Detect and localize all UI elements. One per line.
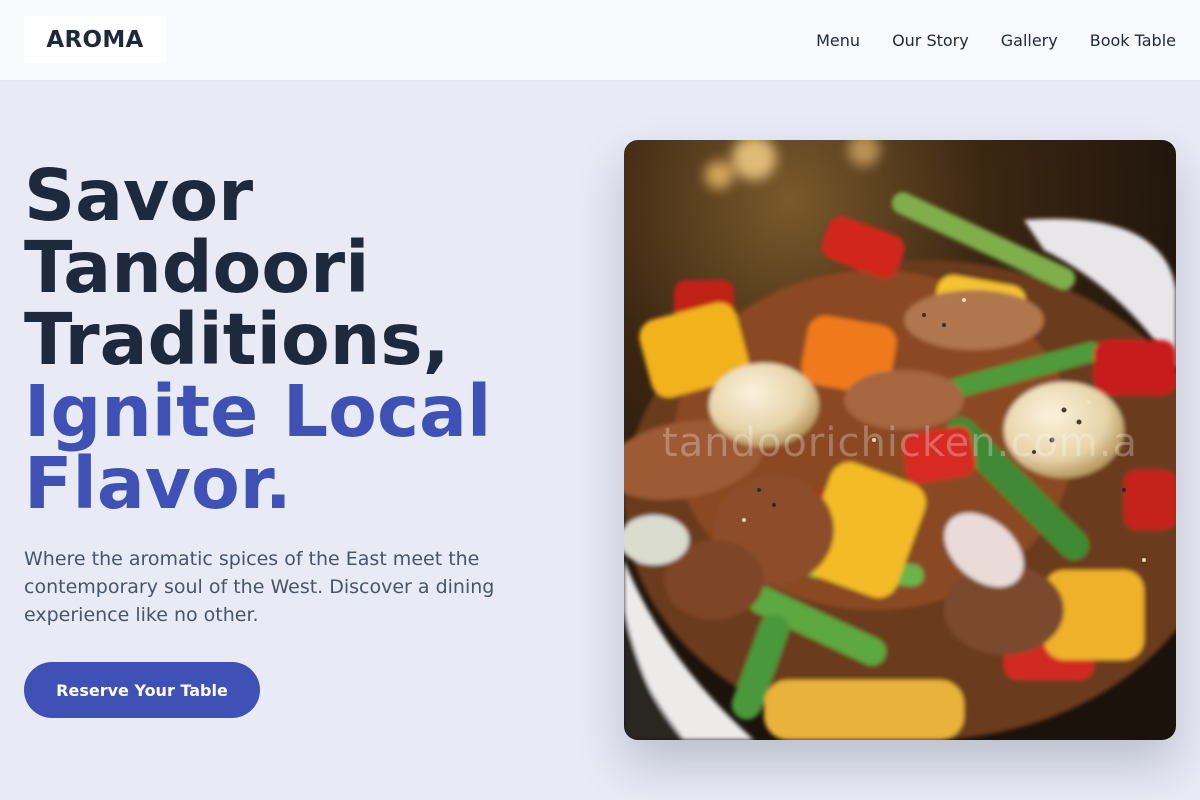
hero-title-line: Traditions, bbox=[24, 298, 450, 381]
nav-item-gallery[interactable]: Gallery bbox=[1001, 31, 1058, 50]
image-watermark: tandoorichicken.com.a bbox=[662, 420, 1138, 466]
nav-item-book-table[interactable]: Book Table bbox=[1090, 31, 1176, 50]
site-header: AROMA Menu Our Story Gallery Book Table bbox=[0, 0, 1200, 80]
nav-item-our-story[interactable]: Our Story bbox=[892, 31, 969, 50]
hero-title: Savor Tandoori Traditions, Ignite Local … bbox=[24, 160, 584, 520]
nav-item-menu[interactable]: Menu bbox=[816, 31, 860, 50]
hero-subtitle: Where the aromatic spices of the East me… bbox=[24, 548, 495, 626]
hero-title-accent-line: Flavor. bbox=[24, 442, 292, 525]
brand-logo[interactable]: AROMA bbox=[24, 16, 166, 63]
hero-food-image: tandoorichicken.com.a bbox=[624, 140, 1176, 740]
hero-title-line: Savor bbox=[24, 154, 254, 237]
hero-title-line: Tandoori bbox=[24, 226, 370, 309]
hero-title-accent-line: Ignite Local bbox=[24, 370, 492, 453]
main-nav: Menu Our Story Gallery Book Table bbox=[816, 0, 1176, 80]
reserve-table-button[interactable]: Reserve Your Table bbox=[24, 662, 260, 718]
